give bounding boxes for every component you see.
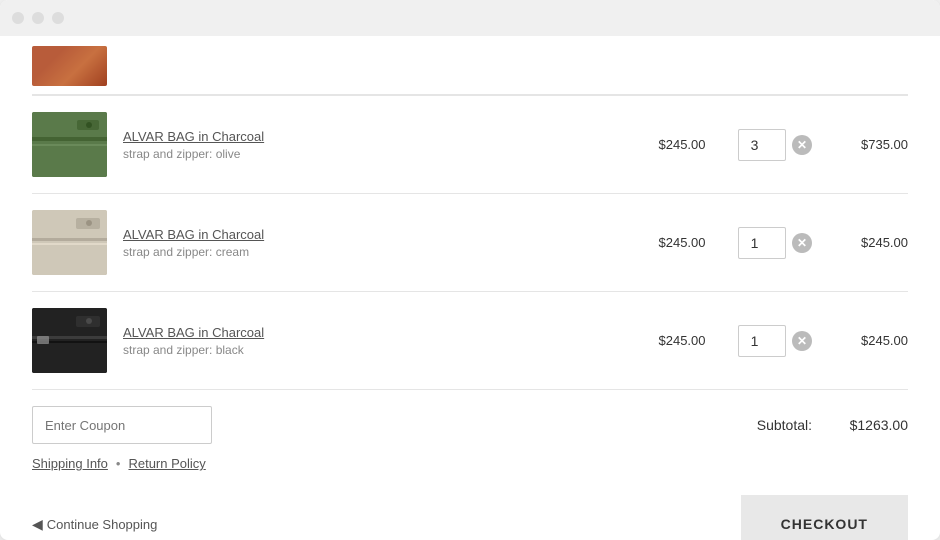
traffic-light-close[interactable] <box>12 12 24 24</box>
product-info: ALVAR BAG in Charcoal strap and zipper: … <box>123 129 626 161</box>
product-image-cream <box>32 210 107 275</box>
product-info: ALVAR BAG in Charcoal strap and zipper: … <box>123 227 626 259</box>
return-policy-link[interactable]: Return Policy <box>128 456 205 471</box>
quantity-input[interactable] <box>738 129 786 161</box>
shipping-info-link[interactable]: Shipping Info <box>32 456 108 471</box>
product-name[interactable]: ALVAR BAG in Charcoal <box>123 129 626 144</box>
remove-button[interactable]: ✕ <box>792 331 812 351</box>
links-row: Shipping Info • Return Policy <box>32 456 908 471</box>
bottom-row: ◀ Continue Shopping CHECKOUT <box>32 483 908 540</box>
partial-product-image <box>32 46 107 86</box>
main-content: ALVAR BAG in Charcoal strap and zipper: … <box>0 36 940 540</box>
product-price: $245.00 <box>642 235 722 250</box>
traffic-light-maximize[interactable] <box>52 12 64 24</box>
quantity-input[interactable] <box>738 325 786 357</box>
table-row: ALVAR BAG in Charcoal strap and zipper: … <box>32 194 908 292</box>
continue-shopping-label: Continue Shopping <box>47 517 158 532</box>
line-total: $245.00 <box>828 333 908 348</box>
continue-shopping-link[interactable]: ◀ Continue Shopping <box>32 516 157 533</box>
quantity-input[interactable] <box>738 227 786 259</box>
product-variant: strap and zipper: cream <box>123 245 626 259</box>
product-image-black <box>32 308 107 373</box>
product-image-olive <box>32 112 107 177</box>
remove-button[interactable]: ✕ <box>792 135 812 155</box>
quantity-wrap: ✕ <box>738 227 812 259</box>
traffic-light-minimize[interactable] <box>32 12 44 24</box>
product-name[interactable]: ALVAR BAG in Charcoal <box>123 227 626 242</box>
subtotal-section: Subtotal: $1263.00 <box>757 417 908 433</box>
app-window: ALVAR BAG in Charcoal strap and zipper: … <box>0 0 940 540</box>
footer-area: Subtotal: $1263.00 Shipping Info • Retur… <box>32 390 908 540</box>
product-price: $245.00 <box>642 137 722 152</box>
quantity-wrap: ✕ <box>738 129 812 161</box>
product-info: ALVAR BAG in Charcoal strap and zipper: … <box>123 325 626 357</box>
coupon-input[interactable] <box>32 406 212 444</box>
table-row: ALVAR BAG in Charcoal strap and zipper: … <box>32 292 908 390</box>
coupon-subtotal-row: Subtotal: $1263.00 <box>32 406 908 444</box>
line-total: $245.00 <box>828 235 908 250</box>
product-price: $245.00 <box>642 333 722 348</box>
product-variant: strap and zipper: black <box>123 343 626 357</box>
line-total: $735.00 <box>828 137 908 152</box>
subtotal-value: $1263.00 <box>828 417 908 433</box>
quantity-wrap: ✕ <box>738 325 812 357</box>
remove-button[interactable]: ✕ <box>792 233 812 253</box>
partial-cart-row <box>32 46 908 95</box>
subtotal-label: Subtotal: <box>757 417 812 433</box>
product-name[interactable]: ALVAR BAG in Charcoal <box>123 325 626 340</box>
cart-items-list: ALVAR BAG in Charcoal strap and zipper: … <box>32 95 908 390</box>
table-row: ALVAR BAG in Charcoal strap and zipper: … <box>32 96 908 194</box>
product-variant: strap and zipper: olive <box>123 147 626 161</box>
link-separator: • <box>116 456 121 471</box>
titlebar <box>0 0 940 36</box>
back-arrow-icon: ◀ <box>32 516 43 533</box>
checkout-button[interactable]: CHECKOUT <box>741 495 908 540</box>
